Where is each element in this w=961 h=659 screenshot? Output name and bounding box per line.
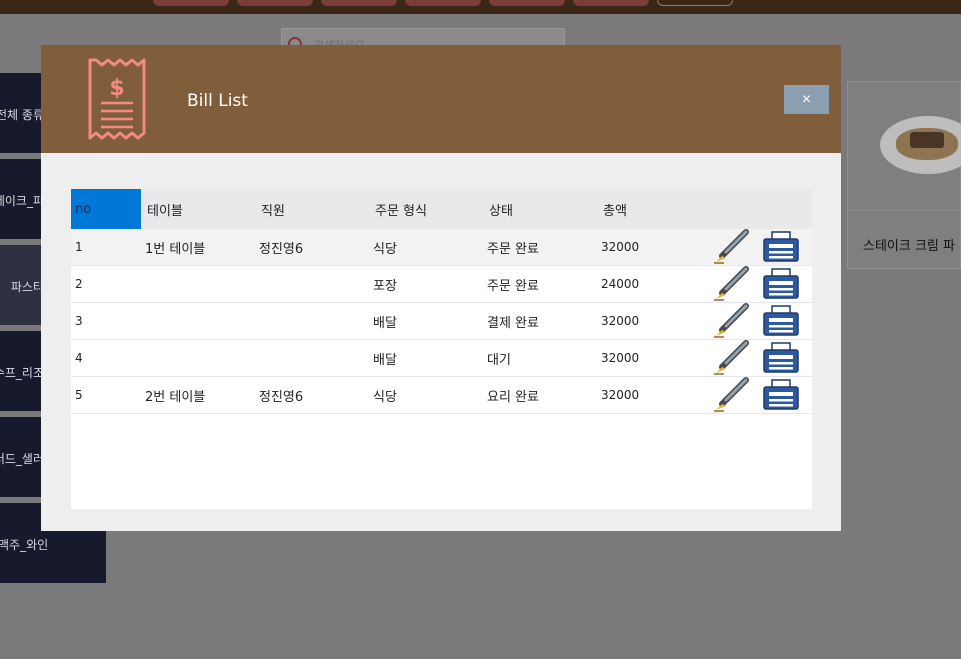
printer-icon <box>763 342 799 373</box>
nav-button-outline[interactable] <box>657 0 733 6</box>
nav-button[interactable] <box>321 0 397 6</box>
column-header-print <box>762 189 812 229</box>
top-nav-bar <box>0 0 961 14</box>
edit-pen-icon <box>714 303 749 338</box>
category-label: 파스타 <box>10 280 41 294</box>
cell-no: 4 <box>75 351 83 365</box>
menu-card-label: 스테이크 크림 파 <box>863 239 955 254</box>
table-row[interactable]: 5 2번 테이블 정진영6 식당 요리 완료 32000 <box>71 377 812 414</box>
edit-button[interactable] <box>712 377 762 414</box>
bill-list-modal: $ Bill List × no 테이블 직원 주문 형식 상태 총액 1 1번… <box>41 45 841 531</box>
cell-total: 32000 <box>601 351 640 365</box>
cell-table: 1번 테이블 <box>145 241 206 257</box>
cell-table <box>141 303 255 340</box>
menu-card-image <box>848 82 961 211</box>
column-header-table[interactable]: 테이블 <box>141 189 255 229</box>
print-button[interactable] <box>762 229 812 266</box>
cell-no: 2 <box>75 277 83 291</box>
nav-button[interactable] <box>573 0 649 6</box>
svg-text:$: $ <box>109 76 124 101</box>
nav-button[interactable] <box>405 0 481 6</box>
cell-total: 24000 <box>601 277 640 291</box>
nav-button[interactable] <box>237 0 313 6</box>
cell-staff <box>255 303 369 340</box>
close-button[interactable]: × <box>784 85 829 114</box>
printer-icon <box>763 268 799 299</box>
column-header-no[interactable]: no <box>71 189 141 229</box>
edit-button[interactable] <box>712 303 762 340</box>
print-button[interactable] <box>762 303 812 340</box>
edit-pen-icon <box>714 340 749 375</box>
cell-staff <box>255 266 369 303</box>
table-row[interactable]: 2 포장 주문 완료 24000 <box>71 266 812 303</box>
edit-pen-icon <box>714 377 749 412</box>
cell-status: 주문 완료 <box>487 278 539 294</box>
edit-pen-icon <box>714 266 749 301</box>
cell-order-type: 식당 <box>373 241 397 257</box>
cell-no: 1 <box>75 240 83 254</box>
cell-order-type: 배달 <box>373 315 397 331</box>
cell-table: 2번 테이블 <box>145 389 206 405</box>
cell-status: 결제 완료 <box>487 315 539 331</box>
print-button[interactable] <box>762 377 812 414</box>
cell-staff <box>255 340 369 377</box>
cell-order-type: 식당 <box>373 389 397 405</box>
column-header-staff[interactable]: 직원 <box>255 189 369 229</box>
category-label: 샐러드_샐러 <box>0 452 41 466</box>
category-item-pasta[interactable]: 파스타 <box>0 245 41 325</box>
modal-header: $ Bill List × <box>41 45 841 153</box>
cell-total: 32000 <box>601 314 640 328</box>
column-header-edit <box>712 189 762 229</box>
category-label: 스테이크_파 <box>0 194 41 208</box>
category-label: 전체 종류 <box>0 108 41 122</box>
cell-status: 요리 완료 <box>487 389 539 405</box>
table-row[interactable]: 3 배달 결제 완료 32000 <box>71 303 812 340</box>
cell-order-type: 배달 <box>373 352 397 368</box>
edit-button[interactable] <box>712 266 762 303</box>
cell-no: 3 <box>75 314 83 328</box>
bill-table-container: no 테이블 직원 주문 형식 상태 총액 1 1번 테이블 정진영6 식당 주… <box>71 189 812 509</box>
cell-no: 5 <box>75 388 83 402</box>
menu-card[interactable]: 스테이크 크림 파 <box>847 81 961 269</box>
cell-table <box>141 266 255 303</box>
nav-button[interactable] <box>489 0 565 6</box>
cell-total: 32000 <box>601 388 640 402</box>
category-label: 수프_리조 <box>0 366 41 380</box>
category-item-soup[interactable]: 수프_리조 <box>0 331 41 411</box>
edit-button[interactable] <box>712 229 762 266</box>
printer-icon <box>763 231 799 262</box>
column-header-status[interactable]: 상태 <box>483 189 597 229</box>
edit-button[interactable] <box>712 340 762 377</box>
modal-title: Bill List <box>187 91 248 111</box>
category-item-steak[interactable]: 스테이크_파 <box>0 159 41 239</box>
cell-order-type: 포장 <box>373 278 397 294</box>
cell-staff: 정진영6 <box>259 241 304 257</box>
bill-table: no 테이블 직원 주문 형식 상태 총액 1 1번 테이블 정진영6 식당 주… <box>71 189 812 414</box>
print-button[interactable] <box>762 340 812 377</box>
column-header-total[interactable]: 총액 <box>597 189 712 229</box>
category-item-all[interactable]: 전체 종류 <box>0 73 41 153</box>
printer-icon <box>763 379 799 410</box>
table-header-row: no 테이블 직원 주문 형식 상태 총액 <box>71 189 812 229</box>
column-header-order-type[interactable]: 주문 형식 <box>369 189 483 229</box>
cell-staff: 정진영6 <box>259 389 304 405</box>
printer-icon <box>763 305 799 336</box>
category-label: 맥주_와인 <box>0 538 49 552</box>
cell-table <box>141 340 255 377</box>
category-item-salad[interactable]: 샐러드_샐러 <box>0 417 41 497</box>
cell-status: 주문 완료 <box>487 241 539 257</box>
edit-pen-icon <box>714 229 749 264</box>
table-row[interactable]: 1 1번 테이블 정진영6 식당 주문 완료 32000 <box>71 229 812 266</box>
table-row[interactable]: 4 배달 대기 32000 <box>71 340 812 377</box>
cell-status: 대기 <box>487 352 511 368</box>
cell-total: 32000 <box>601 240 640 254</box>
nav-button[interactable] <box>153 0 229 6</box>
print-button[interactable] <box>762 266 812 303</box>
receipt-dollar-icon: $ <box>88 58 146 140</box>
